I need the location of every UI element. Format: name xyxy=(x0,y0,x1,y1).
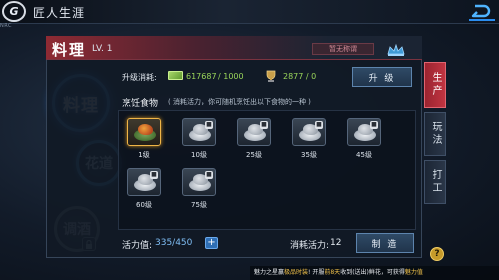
ticker-text: 魅力之星赢 xyxy=(254,269,285,276)
lock-icon: ■ xyxy=(260,121,268,129)
dish-level: 45级 xyxy=(356,151,372,159)
tab-play[interactable]: 玩法 xyxy=(424,112,446,156)
recipe-heading: 烹饪食物 xyxy=(122,99,159,109)
page-title: 匠人生涯 xyxy=(33,6,86,20)
help-icon[interactable]: ? xyxy=(430,247,444,261)
back-d-icon xyxy=(471,4,491,17)
energy-cost-label: 消耗活力: xyxy=(290,241,330,251)
lock-icon: ■ xyxy=(150,171,158,179)
upgrade-button[interactable]: 升 级 xyxy=(352,67,412,87)
back-button[interactable] xyxy=(469,2,495,21)
lock-icon: ■ xyxy=(205,121,213,129)
dish-level: 10级 xyxy=(191,151,207,159)
dish-slot[interactable]: ■ xyxy=(127,168,161,196)
announcement-ticker: 魅力之星赢极品时装! 开服前8天收到(送出)鲜花，可获得魅力值 xyxy=(250,266,499,280)
dish-slot[interactable] xyxy=(127,118,161,146)
lock-icon: ■ xyxy=(205,171,213,179)
side-tag: NRC xyxy=(0,23,12,29)
cash-icon xyxy=(168,71,183,80)
tab-play-label: 玩法 xyxy=(430,121,441,147)
tab-work[interactable]: 打工 xyxy=(424,160,446,204)
tab-work-label: 打工 xyxy=(430,169,441,195)
ticker-highlight: 魅力值 xyxy=(404,269,423,276)
dish-slot[interactable]: ■ xyxy=(292,118,326,146)
energy-value: 335/450 xyxy=(155,238,193,248)
tab-produce[interactable]: 生产 xyxy=(424,62,446,108)
panel-title: 料理 xyxy=(52,41,87,59)
energy-label: 活力值: xyxy=(122,241,153,251)
dish-level: 1级 xyxy=(138,151,150,159)
panel-level: LV. 1 xyxy=(92,44,113,54)
lock-icon: ■ xyxy=(370,121,378,129)
dish-level: 60级 xyxy=(136,201,152,209)
add-energy-button[interactable]: + xyxy=(205,237,218,249)
dish-slot[interactable]: ■ xyxy=(182,168,216,196)
title-status-badge: 暂无称谓 xyxy=(312,43,374,55)
cash-required-value: / 1000 xyxy=(218,72,244,81)
game-logo-icon: G xyxy=(2,1,26,22)
cash-current-value: 617687 xyxy=(186,72,217,81)
ticker-text: ! 开服 xyxy=(308,269,325,276)
crown-icon[interactable] xyxy=(386,42,406,56)
make-button[interactable]: 制 造 xyxy=(356,233,414,253)
lock-icon: ■ xyxy=(315,121,323,129)
recipe-hint: ( 消耗活力，你可随机烹饪出以下食物的一种 ) xyxy=(168,98,311,106)
dish-icon xyxy=(138,124,153,135)
ticker-highlight: 极品时装 xyxy=(284,269,309,276)
dish-slot[interactable]: ■ xyxy=(182,118,216,146)
dish-level: 25级 xyxy=(246,151,262,159)
ticker-text: 收到(送出)鲜花，可获得 xyxy=(340,269,405,276)
dish-level: 75级 xyxy=(191,201,207,209)
energy-cost-value: 12 xyxy=(330,238,342,248)
upgrade-cost-label: 升级消耗: xyxy=(122,73,157,82)
trophy-cup-icon xyxy=(264,68,278,82)
tab-produce-label: 生产 xyxy=(430,72,441,98)
cup-value: 2877 / 0 xyxy=(283,72,317,81)
dish-slot[interactable]: ■ xyxy=(347,118,381,146)
dish-slot[interactable]: ■ xyxy=(237,118,271,146)
dish-level: 35级 xyxy=(301,151,317,159)
ticker-highlight: 前8天 xyxy=(324,269,341,276)
